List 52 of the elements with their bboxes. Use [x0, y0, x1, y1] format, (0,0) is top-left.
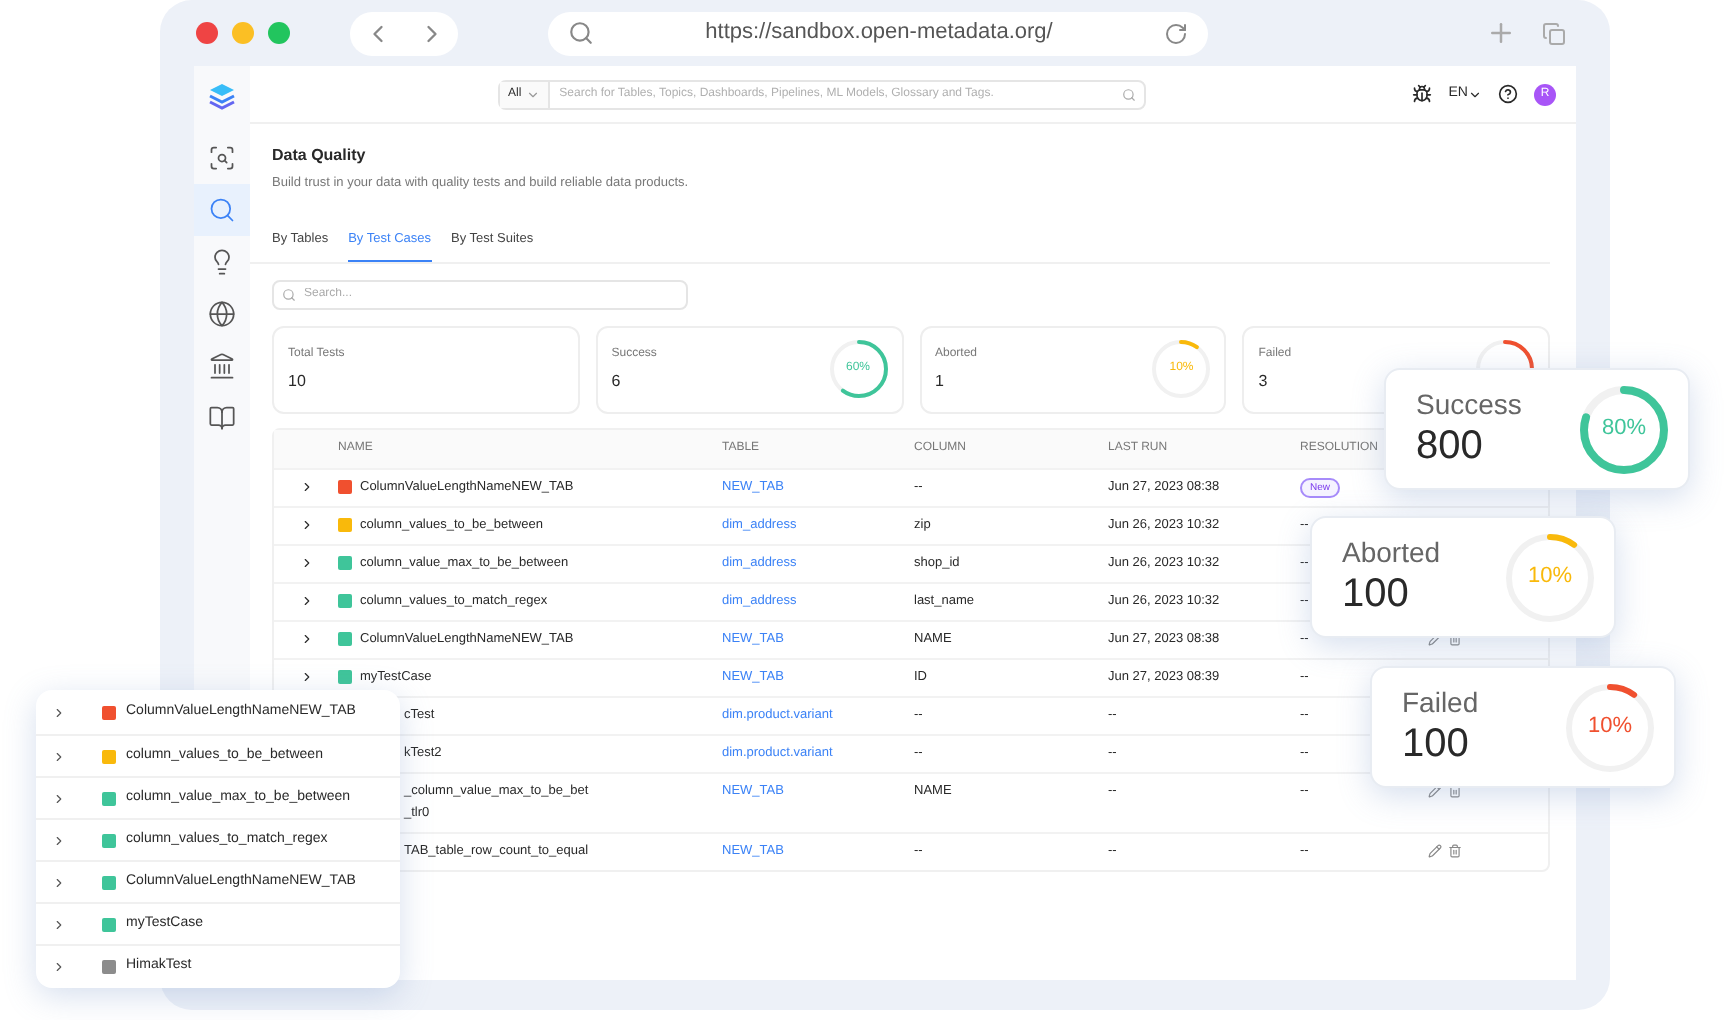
- explore-icon: [208, 144, 236, 172]
- sidebar-item[interactable]: [194, 184, 250, 236]
- expand-chevron-icon[interactable]: [52, 791, 66, 805]
- stat-value: 3: [1258, 369, 1270, 393]
- domains-icon: [208, 300, 236, 328]
- expand-chevron-icon[interactable]: [52, 959, 66, 973]
- progress-ring: [1580, 385, 1668, 473]
- address-bar[interactable]: https://sandbox.open-metadata.org/: [548, 11, 1208, 55]
- summary-value: 100: [1342, 570, 1411, 618]
- quality-icon: [208, 196, 236, 224]
- caret-icon: [1468, 87, 1482, 101]
- progress-ring: [1506, 533, 1594, 621]
- governance-icon: [208, 352, 236, 380]
- caret-icon: [525, 87, 540, 101]
- glossary-icon: [208, 404, 236, 432]
- expand-chevron-icon[interactable]: [299, 631, 313, 645]
- progress-ring: [829, 340, 887, 398]
- percent-text: 10%: [1587, 712, 1633, 743]
- stat-value: 1: [935, 369, 946, 393]
- percent-text: 10%: [1527, 562, 1573, 593]
- expand-chevron-icon[interactable]: [299, 669, 313, 683]
- percent-text: 80%: [1601, 414, 1647, 445]
- expand-chevron-icon[interactable]: [299, 517, 313, 531]
- search-icon: [282, 287, 296, 301]
- reload-icon[interactable]: [1164, 21, 1188, 45]
- expand-chevron-icon[interactable]: [299, 479, 313, 493]
- logo-icon[interactable]: [208, 81, 236, 109]
- search-icon: [1122, 87, 1136, 101]
- bug-icon[interactable]: [1412, 84, 1433, 104]
- stat-value: 6: [611, 369, 623, 393]
- summary-value: 100: [1402, 720, 1471, 768]
- summary-label: Success: [1416, 388, 1522, 422]
- help-icon[interactable]: [1498, 84, 1518, 104]
- expand-chevron-icon[interactable]: [52, 833, 66, 847]
- summary-value: 800: [1416, 422, 1485, 470]
- page-title: Data Quality: [272, 146, 368, 166]
- edit-icon[interactable]: [1428, 843, 1442, 857]
- expand-chevron-icon[interactable]: [299, 593, 313, 607]
- search-icon: [568, 20, 594, 46]
- insights-icon: [208, 248, 236, 276]
- expand-chevron-icon[interactable]: [52, 749, 66, 763]
- progress-ring: [1152, 340, 1211, 398]
- url-text: https://sandbox.open-metadata.org/: [703, 18, 1055, 49]
- summary-label: Aborted: [1342, 536, 1441, 570]
- expand-chevron-icon[interactable]: [299, 555, 313, 569]
- stat-value: 10: [288, 369, 308, 393]
- expand-chevron-icon[interactable]: [52, 917, 66, 931]
- expand-chevron-icon[interactable]: [52, 706, 66, 720]
- delete-icon[interactable]: [1448, 843, 1462, 857]
- progress-ring: [1566, 683, 1654, 771]
- expand-chevron-icon[interactable]: [52, 875, 66, 889]
- summary-label: Failed: [1402, 686, 1479, 720]
